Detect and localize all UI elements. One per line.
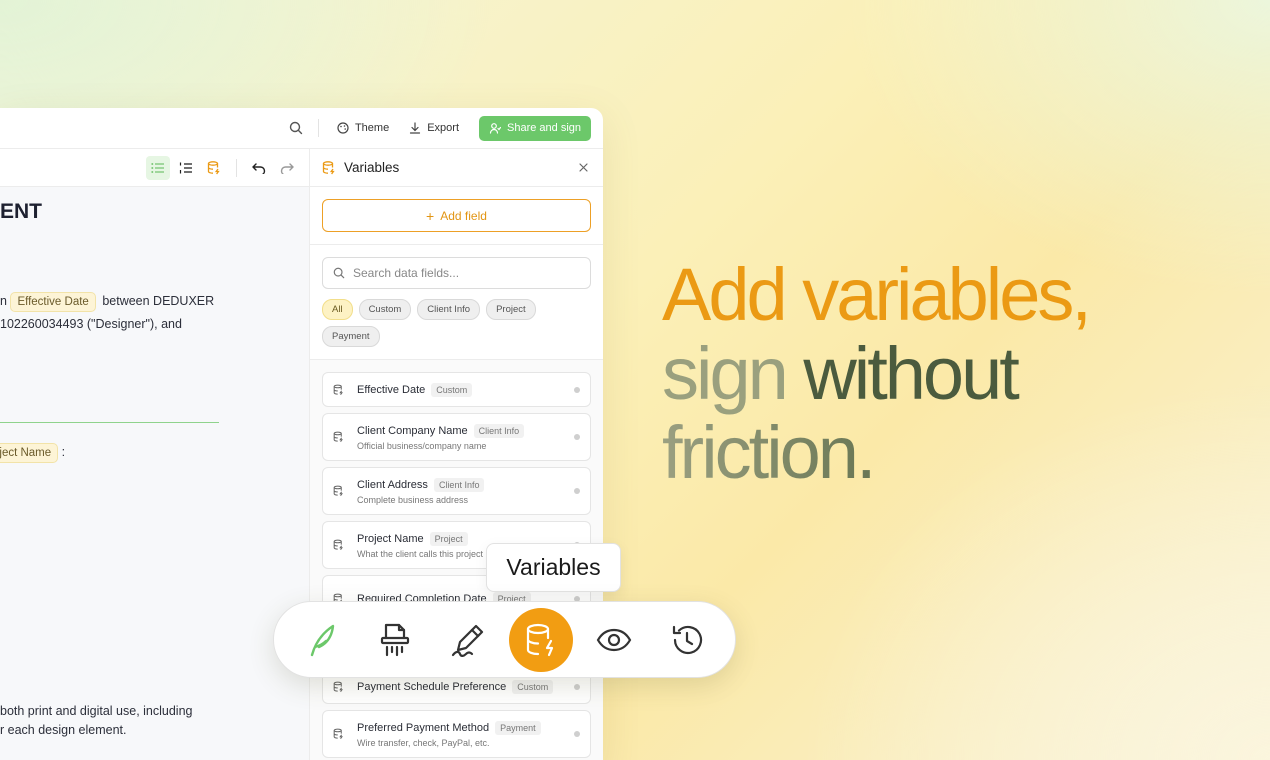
database-icon	[333, 539, 347, 551]
database-icon	[322, 160, 335, 174]
status-dot	[574, 434, 580, 440]
status-dot	[574, 683, 580, 690]
variable-chip[interactable]: oject Name	[0, 443, 59, 463]
top-bar: Theme Export Share and sign	[0, 108, 603, 149]
filter-custom[interactable]: Custom	[358, 299, 412, 320]
status-dot	[574, 488, 580, 494]
panel-header: Variables	[310, 149, 603, 187]
database-icon	[333, 681, 347, 693]
filter-project[interactable]: Project	[486, 299, 536, 320]
divider	[317, 119, 319, 137]
close-icon[interactable]	[575, 160, 591, 176]
database-icon	[333, 431, 347, 443]
database-icon[interactable]	[508, 607, 573, 672]
divider	[236, 158, 237, 177]
variable-name: Payment Schedule Preference	[357, 680, 507, 693]
variable-name: Preferred Payment Method	[357, 721, 490, 734]
variable-tag: Payment	[495, 720, 541, 735]
share-and-sign-button[interactable]: Share and sign	[479, 115, 591, 141]
palette-icon	[337, 122, 349, 134]
export-label: Export	[427, 122, 459, 134]
document-text: :	[61, 445, 66, 459]
search-input[interactable]: Search data fields...	[322, 257, 591, 289]
variable-tag: Client Info	[473, 423, 525, 438]
eye-icon[interactable]	[582, 608, 646, 672]
variable-tag: Custom	[431, 382, 473, 397]
variable-item[interactable]: Effective Date Custom	[322, 372, 591, 407]
variable-chip[interactable]: Effective Date	[10, 292, 96, 312]
headline-line-2: sign without	[662, 334, 1089, 413]
variable-item[interactable]: Client Company Name Client Info Official b…	[322, 413, 591, 461]
variable-item[interactable]: Client Address Client Info Complete busine…	[322, 467, 591, 515]
download-icon	[410, 122, 421, 134]
filter-client-info[interactable]: Client Info	[417, 299, 481, 320]
status-dot	[574, 386, 580, 393]
share-label: Share and sign	[507, 122, 581, 134]
database-icon[interactable]	[202, 156, 226, 180]
editor-toolbar	[0, 149, 309, 187]
status-dot	[574, 731, 580, 737]
variable-tag: Client Info	[433, 477, 485, 492]
search-icon	[333, 267, 345, 279]
panel-title: Variables	[344, 160, 400, 175]
theme-button[interactable]: Theme	[327, 115, 399, 141]
filter-chips: All Custom Client Info Project Payment	[322, 299, 552, 347]
document-line: oject Name :	[0, 443, 65, 463]
document-text: between DEDUXER	[102, 294, 215, 308]
database-icon	[333, 728, 347, 740]
bullet-list-icon[interactable]	[146, 155, 170, 180]
bottom-dock	[273, 601, 736, 678]
database-icon	[333, 485, 347, 497]
plus-icon: +	[426, 207, 435, 224]
variable-description: Complete business address	[357, 494, 469, 505]
document-heading: ENT	[0, 200, 42, 223]
variable-description: Official business/company name	[357, 440, 487, 451]
variable-item[interactable]: Preferred Payment Method Payment Wire tran…	[322, 710, 591, 758]
search-icon[interactable]	[282, 114, 310, 142]
variable-name: Client Company Name	[357, 424, 468, 437]
add-field-button[interactable]: + Add field	[322, 199, 591, 232]
variable-tag: Custom	[512, 679, 554, 694]
database-icon	[333, 384, 347, 396]
hero-headline: Add variables, sign without friction.	[662, 253, 1092, 492]
dock-tooltip: Variables	[486, 543, 621, 592]
theme-label: Theme	[354, 122, 390, 134]
variable-tag: Project	[429, 531, 468, 546]
numbered-list-icon[interactable]	[174, 156, 198, 180]
signature-pen-icon[interactable]	[436, 608, 500, 672]
document-line: n Effective Date between DEDUXER	[0, 292, 214, 312]
filter-all[interactable]: All	[322, 299, 353, 320]
search-placeholder: Search data fields...	[353, 266, 460, 280]
feather-icon[interactable]	[290, 608, 354, 672]
history-icon[interactable]	[655, 608, 719, 672]
headline-word: sign	[662, 332, 789, 415]
headline-word: without	[803, 332, 1019, 415]
shredder-icon[interactable]	[363, 608, 427, 672]
divider	[0, 422, 219, 423]
export-button[interactable]: Export	[399, 115, 469, 141]
add-field-section: + Add field	[310, 187, 603, 245]
document-line: r each design element.	[0, 723, 127, 737]
user-icon	[489, 123, 501, 134]
variable-name: Effective Date	[357, 383, 426, 396]
redo-icon[interactable]	[275, 156, 299, 180]
variable-name: Client Address	[357, 478, 428, 491]
document-text: n	[0, 294, 7, 308]
headline-line-3: friction.	[662, 413, 1089, 492]
headline-line-1: Add variables,	[662, 253, 1092, 336]
variable-name: Project Name	[357, 532, 424, 545]
search-section: Search data fields... All Custom Client …	[310, 245, 603, 360]
document-line: 102260034493 ("Designer"), and	[0, 317, 182, 331]
variable-description: Wire transfer, check, PayPal, etc.	[357, 737, 490, 748]
filter-payment[interactable]: Payment	[322, 326, 380, 347]
document-line: both print and digital use, including	[0, 704, 193, 718]
add-field-label: Add field	[440, 208, 487, 223]
undo-icon[interactable]	[247, 156, 271, 180]
